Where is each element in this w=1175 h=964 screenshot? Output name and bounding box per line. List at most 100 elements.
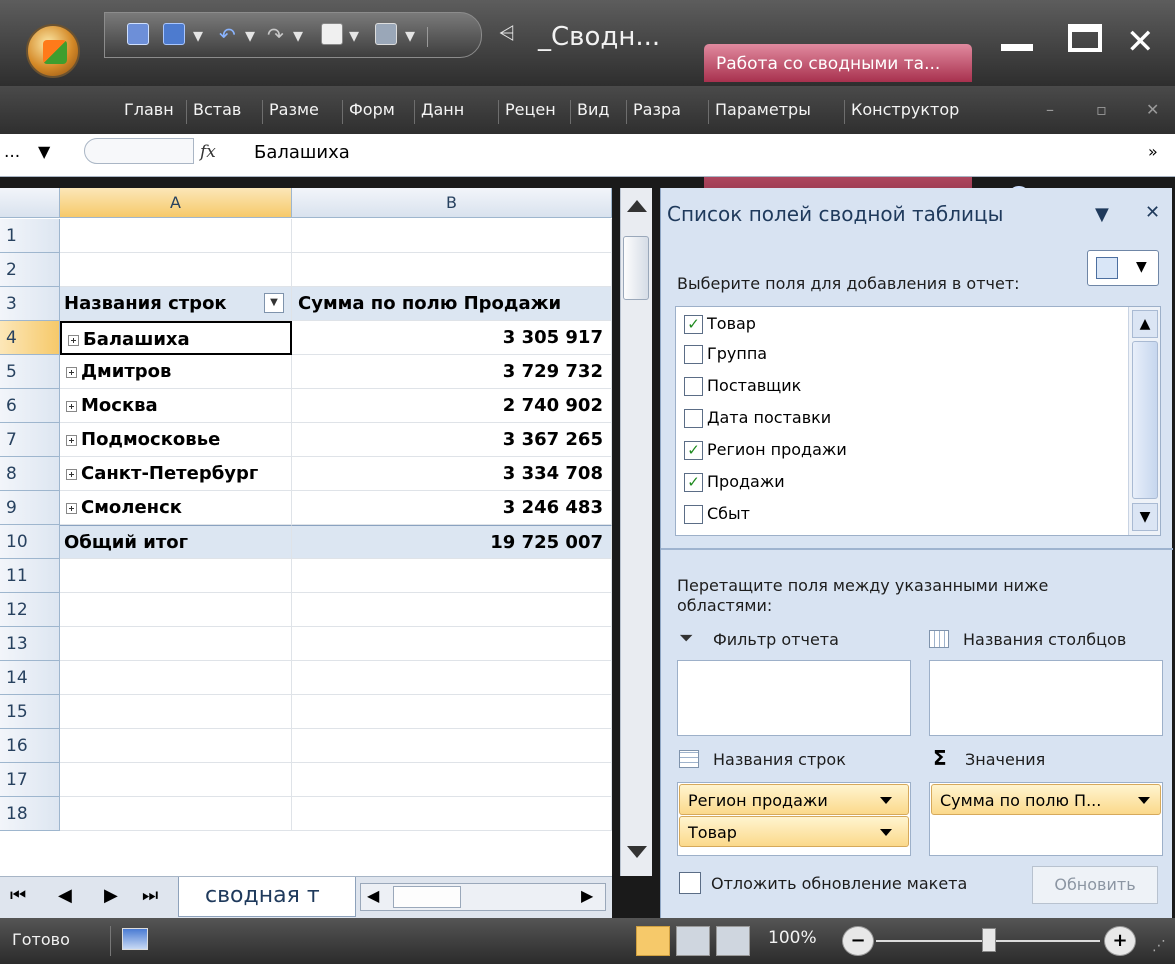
field-item[interactable]: Сбыт <box>684 499 750 529</box>
row-header[interactable]: 7 <box>0 423 60 457</box>
list-scroll-thumb[interactable] <box>1132 341 1158 499</box>
ribbon-close-icon[interactable]: ✕ <box>1140 100 1164 124</box>
scroll-right-icon[interactable]: ▶ <box>581 886 593 905</box>
cell-a2[interactable] <box>60 253 292 287</box>
pivot-row[interactable]: Москва <box>60 389 292 423</box>
field-item[interactable]: ✓ Регион продажи <box>684 435 847 465</box>
pivot-row[interactable]: Смоленск <box>60 491 292 525</box>
dropdown-arrow-icon[interactable]: ▾ <box>193 23 203 47</box>
empty-cell[interactable] <box>292 763 612 797</box>
value-cell[interactable]: 3 305 917 <box>292 321 612 355</box>
row-header[interactable]: 15 <box>0 695 60 729</box>
checkbox-checked[interactable]: ✓ <box>684 315 703 334</box>
row-header[interactable]: 2 <box>0 253 60 287</box>
pivot-row[interactable]: Дмитров <box>60 355 292 389</box>
value-cell[interactable]: 3 367 265 <box>292 423 612 457</box>
empty-cell[interactable] <box>60 627 292 661</box>
empty-cell[interactable] <box>60 661 292 695</box>
value-cell[interactable]: 3 729 732 <box>292 355 612 389</box>
row-header[interactable]: 10 <box>0 525 60 559</box>
undo-icon[interactable]: ↶ <box>219 23 236 47</box>
expand-icon[interactable] <box>66 502 77 514</box>
expand-icon[interactable] <box>66 366 77 378</box>
redo-dropdown-icon[interactable]: ▾ <box>293 23 303 47</box>
empty-cell[interactable] <box>60 797 292 831</box>
tab-view[interactable]: Вид <box>570 100 614 124</box>
panel-splitter[interactable] <box>661 548 1173 550</box>
expand-formula-icon[interactable]: » <box>1148 142 1158 161</box>
table-icon[interactable] <box>163 23 185 45</box>
office-button[interactable] <box>26 24 80 78</box>
zoom-slider-thumb[interactable] <box>982 928 996 952</box>
field-item[interactable]: ✓ Продажи <box>684 467 785 497</box>
scroll-up-icon[interactable] <box>627 200 647 212</box>
list-scroll-down-icon[interactable]: ▼ <box>1132 503 1158 531</box>
checkbox-checked[interactable]: ✓ <box>684 441 703 460</box>
layout-options-button[interactable]: ▼ <box>1087 250 1159 286</box>
cell-a1[interactable] <box>60 219 292 253</box>
prev-sheet-icon[interactable]: ◀ <box>58 885 72 906</box>
expand-icon[interactable] <box>66 468 77 480</box>
row-header[interactable]: 3 <box>0 287 60 321</box>
print-icon[interactable] <box>375 23 397 45</box>
print-options-icon[interactable]: ▾ <box>405 23 415 47</box>
panel-close-icon[interactable]: ✕ <box>1145 202 1160 223</box>
row-header[interactable]: 1 <box>0 219 60 253</box>
horizontal-scrollbar[interactable]: ◀ ▶ <box>360 883 606 911</box>
tab-options[interactable]: Параметры <box>708 100 838 124</box>
checkbox[interactable] <box>684 345 703 364</box>
empty-cell[interactable] <box>60 559 292 593</box>
row-header[interactable]: 11 <box>0 559 60 593</box>
sheet-tab-active[interactable]: сводная т <box>178 877 356 917</box>
print-preview-icon[interactable] <box>321 23 343 45</box>
column-header-b[interactable]: B <box>292 188 612 218</box>
expand-icon[interactable] <box>68 334 79 346</box>
cell-b2[interactable] <box>292 253 612 287</box>
ribbon-restore-icon[interactable]: ▫ <box>1090 100 1114 124</box>
empty-cell[interactable] <box>60 729 292 763</box>
empty-cell[interactable] <box>292 661 612 695</box>
pivot-row-labels-header[interactable]: Названия строк ▼ <box>60 287 292 321</box>
grand-total-value[interactable]: 19 725 007 <box>292 525 612 559</box>
last-sheet-icon[interactable]: ⏭ <box>142 885 158 906</box>
checkbox[interactable] <box>684 377 703 396</box>
name-box-dropdown-icon[interactable]: ▼ <box>38 142 50 161</box>
row-header[interactable]: 18 <box>0 797 60 831</box>
zoom-in-icon[interactable]: + <box>1104 926 1136 956</box>
next-sheet-icon[interactable]: ▶ <box>104 885 118 906</box>
column-header-a[interactable]: A <box>60 188 292 218</box>
vertical-scrollbar[interactable] <box>620 188 652 876</box>
defer-update-checkbox[interactable] <box>679 872 701 894</box>
value-field-pill[interactable]: Сумма по полю П... <box>931 784 1161 815</box>
ribbon-minimize-icon[interactable]: – <box>1040 100 1064 124</box>
tab-home[interactable]: Главн <box>118 100 176 124</box>
empty-cell[interactable] <box>292 593 612 627</box>
row-header-active[interactable]: 4 <box>0 321 60 355</box>
filter-dropdown-icon[interactable]: ▼ <box>264 293 284 313</box>
normal-view-icon[interactable] <box>636 926 670 956</box>
field-item[interactable]: Группа <box>684 339 767 369</box>
pill-dropdown-icon[interactable] <box>880 797 892 804</box>
field-item[interactable]: ✓ Товар <box>684 309 756 339</box>
cell-b1[interactable] <box>292 219 612 253</box>
formula-input[interactable]: Балашиха <box>254 142 350 163</box>
tab-insert[interactable]: Встав <box>186 100 250 124</box>
scroll-left-icon[interactable]: ◀ <box>367 886 379 905</box>
tab-data[interactable]: Данн <box>414 100 490 124</box>
undo-dropdown-icon[interactable]: ▾ <box>245 23 255 47</box>
value-cell[interactable]: 2 740 902 <box>292 389 612 423</box>
save-icon[interactable] <box>127 23 149 45</box>
close-button[interactable]: ✕ <box>1126 22 1155 62</box>
checkbox[interactable] <box>684 505 703 524</box>
pivot-row[interactable]: Подмосковье <box>60 423 292 457</box>
empty-cell[interactable] <box>60 593 292 627</box>
resize-grip-icon[interactable]: ⋰ <box>1152 938 1166 954</box>
scroll-thumb[interactable] <box>623 236 649 300</box>
checkbox-checked[interactable]: ✓ <box>684 473 703 492</box>
pivot-row[interactable]: Санкт-Петербург <box>60 457 292 491</box>
pivot-values-header[interactable]: Сумма по полю Продажи <box>292 287 612 321</box>
column-labels-area[interactable] <box>929 660 1163 736</box>
value-cell[interactable]: 3 334 708 <box>292 457 612 491</box>
name-box[interactable]: ... <box>4 142 20 162</box>
tab-developer[interactable]: Разра <box>626 100 690 124</box>
